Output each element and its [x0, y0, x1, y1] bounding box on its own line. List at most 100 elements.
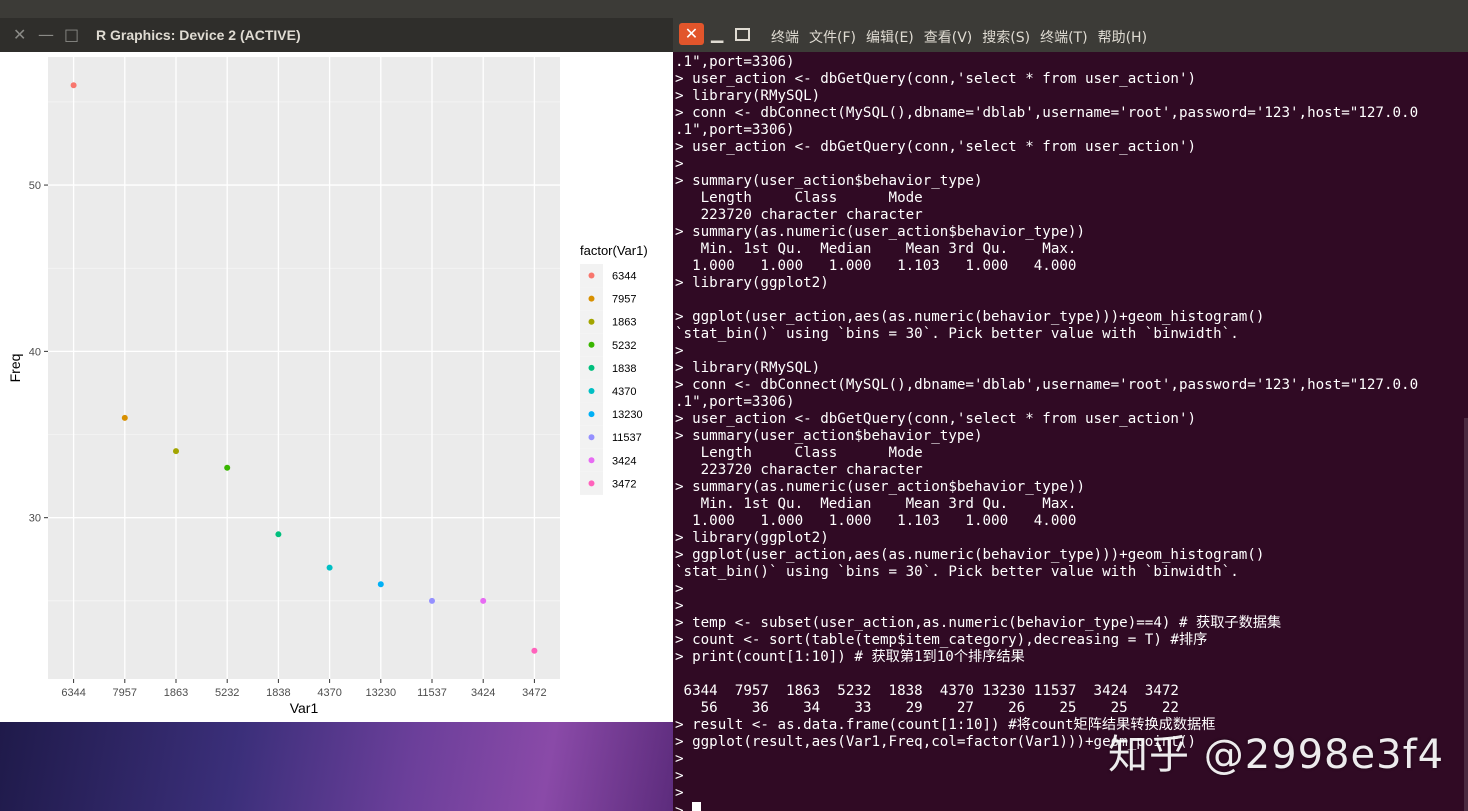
terminal-window: ✕ ▁ 终端 文件(F) 编辑(E) 查看(V) 搜索(S) 终端(T) 帮助(… [673, 18, 1468, 811]
minimize-icon[interactable]: — [38, 25, 54, 44]
x-tick-label: 13230 [366, 687, 397, 699]
terminal-output[interactable]: .1",port=3306) > user_action <- dbGetQuer… [675, 54, 1465, 811]
close-icon[interactable]: ✕ [679, 23, 704, 45]
legend-label: 1863 [612, 317, 636, 329]
menu-item-terminal[interactable]: 终端(T) [1040, 27, 1087, 47]
terminal-line: > ggplot(user_action,aes(as.numeric(beha… [675, 547, 1265, 563]
scatter-plot: 30 40 50 6344 7957 1863 5232 1838 4370 13230 11537… [7, 57, 648, 716]
menu-item-terminal-app[interactable]: 终端 [771, 27, 799, 47]
terminal-line: 56 36 34 33 29 27 26 25 25 22 [675, 700, 1179, 716]
data-point [531, 647, 538, 654]
legend-label: 1838 [612, 363, 636, 375]
menu-item-edit[interactable]: 编辑(E) [866, 27, 914, 47]
legend-point [588, 411, 595, 418]
terminal-scrollbar[interactable] [1464, 418, 1468, 811]
legend-point [588, 480, 595, 487]
terminal-line: 6344 7957 1863 5232 1838 4370 13230 1153… [675, 683, 1179, 699]
x-tick-label: 7957 [113, 687, 137, 699]
legend-point [588, 295, 595, 302]
terminal-line: > library(RMySQL) [675, 360, 821, 376]
x-tick-label: 1838 [266, 687, 290, 699]
watermark: 知乎 @2998e3f4 [1108, 732, 1445, 778]
x-tick-label: 3472 [522, 687, 546, 699]
terminal-line: `stat_bin()` using `bins = 30`. Pick bet… [675, 564, 1239, 580]
terminal-line: > summary(as.numeric(user_action$behavio… [675, 224, 1085, 240]
legend-label: 13230 [612, 409, 643, 421]
y-tick-label: 40 [29, 346, 41, 358]
menu-item-help[interactable]: 帮助(H) [1098, 27, 1147, 47]
data-point [121, 414, 128, 421]
x-tick-label: 11537 [417, 687, 447, 699]
data-point [70, 82, 77, 89]
legend-point [588, 457, 595, 464]
legend-point [588, 318, 595, 325]
cursor [692, 802, 702, 811]
terminal-line: > [675, 598, 684, 614]
terminal-line: .1",port=3306) [675, 54, 795, 70]
terminal-line: Min. 1st Qu. Median Mean 3rd Qu. Max. [675, 496, 1077, 512]
x-tick-label: 1863 [164, 687, 188, 699]
terminal-line: Min. 1st Qu. Median Mean 3rd Qu. Max. [675, 241, 1077, 257]
terminal-line: > ggplot(user_action,aes(as.numeric(beha… [675, 309, 1265, 325]
terminal-line: 223720 character character [675, 207, 923, 223]
terminal-line: > count <- sort(table(temp$item_category… [675, 632, 1208, 648]
terminal-line: Length Class Mode [675, 445, 923, 461]
window-title: R Graphics: Device 2 (ACTIVE) [96, 27, 301, 43]
menu-item-search[interactable]: 搜索(S) [982, 27, 1030, 47]
data-point [275, 531, 282, 538]
legend-label: 3424 [612, 455, 636, 467]
y-axis-label: Freq [7, 354, 23, 383]
legend-label: 11537 [612, 432, 642, 444]
minimize-icon[interactable]: ▁ [711, 24, 723, 43]
legend-title: factor(Var1) [580, 243, 648, 258]
r-window-titlebar: ✕ — □ R Graphics: Device 2 (ACTIVE) [0, 18, 673, 52]
terminal-line: > user_action <- dbGetQuery(conn,'select… [675, 139, 1197, 155]
data-point [326, 564, 333, 571]
x-axis-label: Var1 [290, 700, 319, 716]
close-icon[interactable]: ✕ [13, 25, 26, 44]
menu-item-file[interactable]: 文件(F) [809, 27, 856, 47]
x-tick-label: 3424 [471, 687, 495, 699]
legend-point [588, 341, 595, 348]
terminal-line: > print(count[1:10]) # 获取第1到10个排序结果 [675, 649, 1025, 665]
terminal-line: .1",port=3306) [675, 394, 795, 410]
terminal-line: > library(ggplot2) [675, 275, 829, 291]
terminal-line: 1.000 1.000 1.000 1.103 1.000 4.000 [675, 258, 1077, 274]
terminal-line: 1.000 1.000 1.000 1.103 1.000 4.000 [675, 513, 1077, 529]
terminal-line: > conn <- dbConnect(MySQL(),dbname='dbla… [675, 105, 1419, 121]
terminal-line: 223720 character character [675, 462, 923, 478]
maximize-icon[interactable] [735, 28, 750, 41]
desktop-background [0, 720, 680, 811]
legend-label: 7957 [612, 294, 636, 306]
x-tick-label: 5232 [215, 687, 239, 699]
data-point [377, 581, 384, 588]
terminal-line: > [675, 343, 684, 359]
terminal-line: > library(ggplot2) [675, 530, 829, 546]
x-tick-label: 4370 [317, 687, 341, 699]
terminal-line: > summary(as.numeric(user_action$behavio… [675, 479, 1085, 495]
terminal-line: > [675, 802, 1465, 811]
data-point [480, 597, 487, 604]
data-point [173, 448, 179, 455]
terminal-line: > summary(user_action$behavior_type) [675, 173, 983, 189]
terminal-line: > temp <- subset(user_action,as.numeric(… [675, 615, 1282, 631]
y-tick-label: 50 [29, 180, 41, 192]
y-tick-label: 30 [29, 513, 41, 525]
r-graphics-window: ✕ — □ R Graphics: Device 2 (ACTIVE) 30 40… [0, 18, 673, 722]
plot-area: 30 40 50 6344 7957 1863 5232 1838 4370 13230 11537… [0, 52, 673, 722]
legend-label: 6344 [612, 271, 636, 283]
legend-label: 5232 [612, 340, 636, 352]
legend-point [588, 434, 595, 441]
menu-item-view[interactable]: 查看(V) [924, 27, 973, 47]
data-point [224, 464, 231, 471]
legend-label: 4370 [612, 386, 636, 398]
terminal-menubar: 终端 文件(F) 编辑(E) 查看(V) 搜索(S) 终端(T) 帮助(H) [771, 27, 1157, 47]
top-panel-strip [0, 0, 1468, 18]
maximize-icon[interactable]: □ [64, 25, 79, 44]
terminal-line: > user_action <- dbGetQuery(conn,'select… [675, 71, 1197, 87]
data-point [429, 597, 435, 604]
x-tick-label: 6344 [61, 687, 85, 699]
terminal-line: > conn <- dbConnect(MySQL(),dbname='dbla… [675, 377, 1419, 393]
